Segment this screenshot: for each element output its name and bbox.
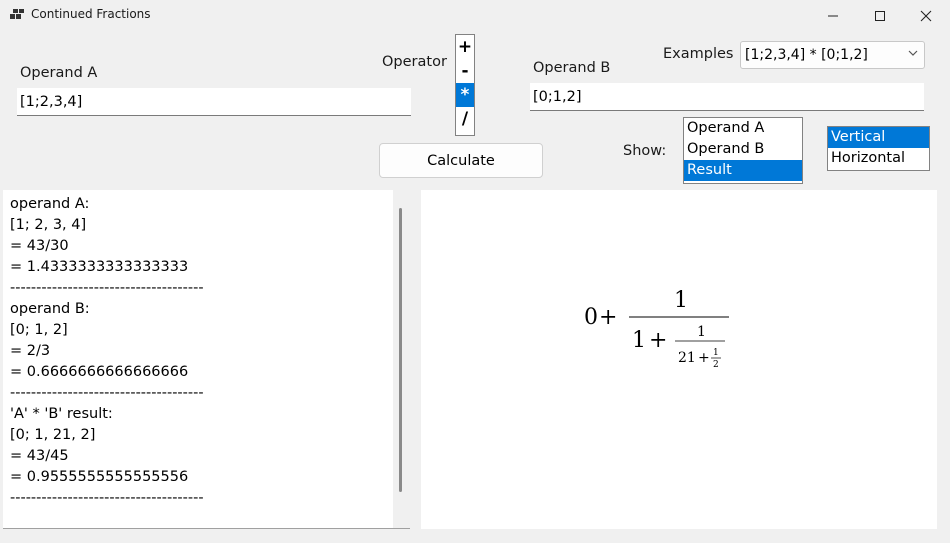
output-line: = 1.4333333333333333 — [10, 259, 189, 275]
operand-a-label: Operand A — [20, 65, 98, 81]
examples-label: Examples — [663, 46, 734, 62]
orientation-list[interactable]: Vertical Horizontal — [827, 126, 930, 171]
output-line: ------------------------------------- — [10, 385, 204, 401]
output-line: ------------------------------------- — [10, 490, 204, 506]
output-line: = 43/45 — [10, 448, 69, 464]
operator-label: Operator — [382, 54, 447, 70]
close-icon[interactable] — [903, 0, 949, 31]
output-line: [0; 1, 2] — [10, 322, 68, 338]
window-title: Continued Fractions — [31, 7, 151, 21]
maximize-icon[interactable] — [857, 0, 903, 31]
output-text[interactable]: operand A: [1; 2, 3, 4] = 43/30 = 1.4333333… — [3, 190, 393, 528]
formula-inner-numerator: 1 — [697, 324, 706, 340]
formula-plus-3: + — [698, 350, 710, 366]
output-line: [0; 1, 21, 2] — [10, 427, 96, 443]
output-line: = 2/3 — [10, 343, 51, 359]
output-line: operand B: — [10, 301, 90, 317]
output-line: = 0.6666666666666666 — [10, 364, 189, 380]
continued-fraction-formula: 0 + 1 1 + 1 21 + 1 2 — [584, 288, 729, 370]
orientation-item-horizontal[interactable]: Horizontal — [828, 148, 929, 169]
output-line: ------------------------------------- — [10, 280, 204, 296]
operand-b-input[interactable]: [0;1,2] — [530, 83, 924, 111]
operator-multiply[interactable]: * — [456, 83, 474, 107]
show-item-operand-a[interactable]: Operand A — [684, 118, 802, 139]
minimize-icon[interactable] — [810, 0, 856, 31]
formula-a2: 21 — [678, 350, 696, 366]
app-grid-icon — [10, 9, 24, 22]
operator-plus[interactable]: + — [456, 35, 474, 59]
divider — [3, 528, 410, 529]
output-line: 'A' * 'B' result: — [10, 406, 113, 422]
output-line: operand A: — [10, 196, 90, 212]
formula-innermost-numerator: 1 — [713, 348, 719, 358]
formula-a1: 1 — [632, 328, 646, 353]
formula-a3: 2 — [713, 360, 719, 370]
operator-minus[interactable]: - — [456, 59, 474, 83]
show-list[interactable]: Operand A Operand B Result — [683, 117, 803, 184]
output-line: = 43/30 — [10, 238, 69, 254]
formula-plus-2: + — [649, 328, 667, 353]
show-item-operand-b[interactable]: Operand B — [684, 139, 802, 160]
formula-plus: + — [599, 305, 617, 330]
scrollbar-thumb[interactable] — [399, 208, 402, 492]
output-line: [1; 2, 3, 4] — [10, 217, 87, 233]
output-line: = 0.9555555555555556 — [10, 469, 189, 485]
formula-panel: 0 + 1 1 + 1 21 + 1 2 — [421, 190, 937, 529]
examples-selected: [1;2,3,4] * [0;1,2] — [745, 47, 868, 63]
operator-divide[interactable]: / — [456, 107, 474, 131]
examples-dropdown[interactable]: [1;2,3,4] * [0;1,2] — [740, 41, 925, 69]
formula-a0: 0 — [584, 305, 598, 330]
formula-numerator: 1 — [674, 288, 688, 313]
operand-a-input[interactable]: [1;2,3,4] — [17, 88, 411, 116]
calculate-button[interactable]: Calculate — [379, 143, 543, 178]
operand-b-label: Operand B — [533, 60, 611, 76]
operator-list[interactable]: + - * / — [455, 34, 475, 136]
orientation-item-vertical[interactable]: Vertical — [828, 127, 929, 148]
show-item-result[interactable]: Result — [684, 160, 802, 181]
show-label: Show: — [623, 143, 667, 159]
chevron-down-icon — [908, 48, 918, 61]
